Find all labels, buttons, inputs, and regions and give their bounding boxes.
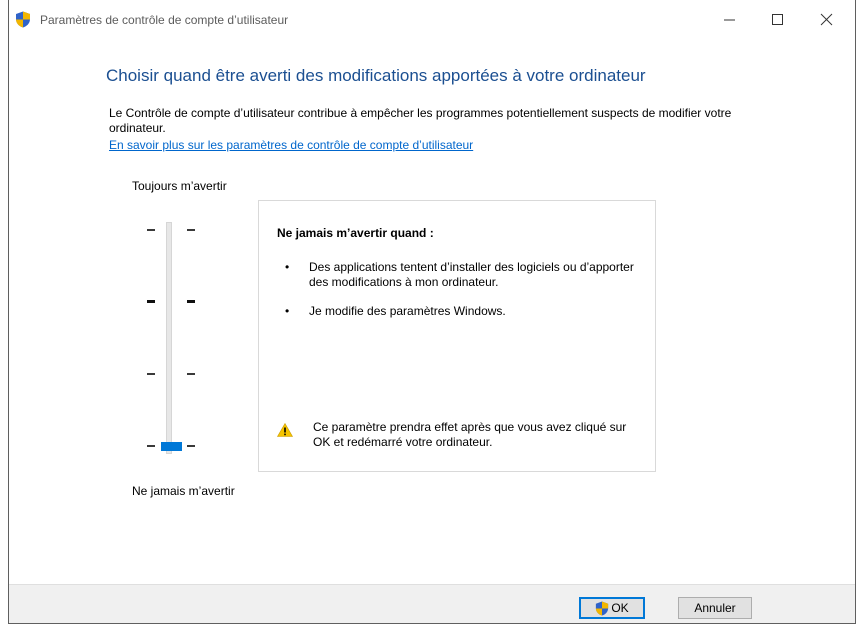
bullet-icon: • [285, 260, 290, 274]
learn-more-link[interactable]: En savoir plus sur les paramètres de con… [109, 138, 473, 152]
slider-tick [147, 229, 155, 231]
setting-description-panel: Ne jamais m’avertir quand : • Des applic… [258, 200, 656, 472]
bullet-icon: • [285, 304, 290, 318]
ok-button[interactable]: OK [579, 597, 645, 619]
title-bar[interactable]: Paramètres de contrôle de compte d’utili… [9, 0, 855, 38]
slider-tick [187, 445, 195, 447]
list-item-text: Je modifie des paramètres Windows. [309, 304, 506, 318]
description-text: Le Contrôle de compte d’utilisateur cont… [109, 106, 732, 135]
slider-track[interactable] [166, 222, 172, 454]
uac-settings-window: Paramètres de contrôle de compte d’utili… [8, 0, 856, 624]
slider-tick [187, 229, 195, 231]
uac-shield-icon [596, 601, 609, 615]
maximize-button[interactable] [762, 8, 792, 30]
minimize-button[interactable] [714, 8, 744, 30]
warning-text: Ce paramètre prendra effet après que vou… [313, 420, 627, 449]
slider-tick [147, 373, 155, 375]
list-item: • Je modifie des paramètres Windows. [277, 304, 637, 320]
warning-triangle-icon [277, 423, 293, 437]
list-item: • Des applications tentent d’installer d… [277, 260, 637, 292]
cancel-button[interactable]: Annuler [678, 597, 752, 619]
ok-button-label: OK [611, 601, 629, 615]
slider-thumb[interactable] [161, 442, 182, 451]
button-bar: OK Annuler [9, 584, 855, 623]
notification-level-slider[interactable] [135, 215, 205, 455]
cancel-button-label: Annuler [694, 601, 736, 615]
panel-title: Ne jamais m’avertir quand : [277, 226, 434, 240]
slider-tick [147, 445, 155, 447]
slider-top-label: Toujours m’avertir [132, 179, 227, 193]
slider-tick [187, 300, 195, 303]
page-heading: Choisir quand être averti des modificati… [106, 66, 646, 85]
uac-shield-icon [16, 11, 30, 28]
window-title: Paramètres de contrôle de compte d’utili… [40, 13, 289, 27]
list-item-text: Des applications tentent d’installer des… [309, 260, 634, 289]
slider-tick [187, 373, 195, 375]
slider-bottom-label: Ne jamais m’avertir [132, 484, 235, 498]
close-button[interactable] [811, 8, 841, 30]
slider-tick [147, 300, 155, 303]
